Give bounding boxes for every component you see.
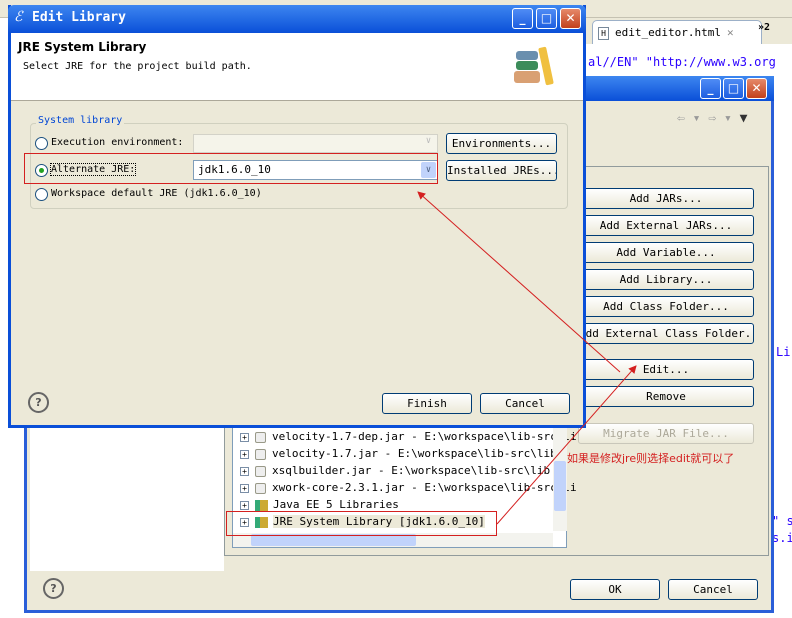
arrow-to-jre-combo	[417, 191, 621, 373]
annotation-arrows	[417, 191, 637, 525]
arrow-to-edit	[496, 365, 637, 525]
annotation-text: 如果是修改jre则选择edit就可以了	[567, 452, 735, 465]
